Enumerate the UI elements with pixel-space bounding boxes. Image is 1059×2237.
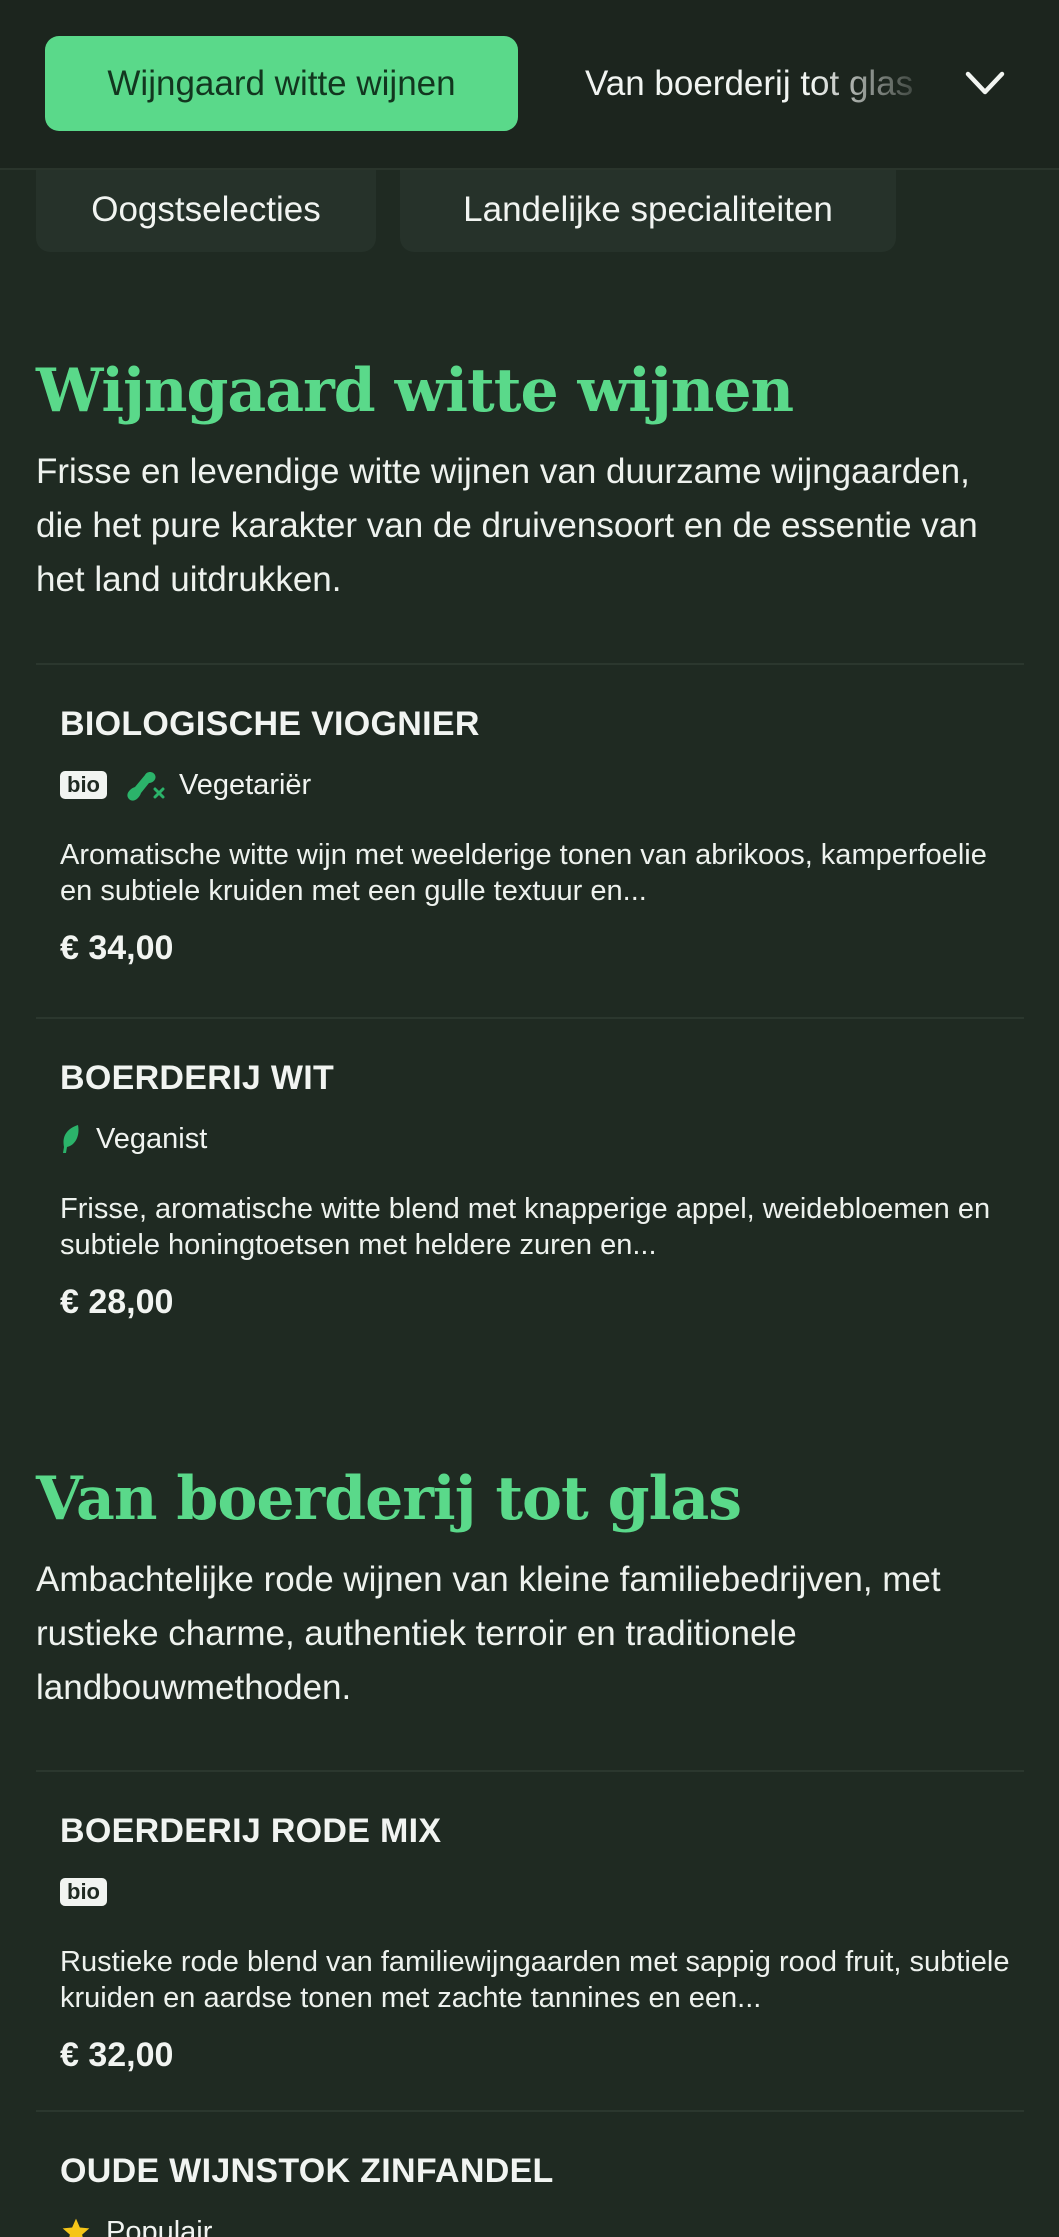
menu-item[interactable]: BOERDERIJ WIT Veganist Frisse, aromatisc… [36,1017,1024,1379]
item-name: BOERDERIJ WIT [60,1059,334,1098]
section-description: Frisse en levendige witte wijnen van duu… [36,445,1024,607]
section-wijngaard-witte-wijnen: Wijngaard witte wijnen Frisse en levendi… [36,355,1024,607]
diet-label: Vegetariër [179,769,311,802]
chevron-down-icon[interactable] [962,62,1008,102]
item-name: BOERDERIJ RODE MIX [60,1812,441,1851]
menu-item[interactable]: BIOLOGISCHE VIOGNIER bio Vegetariër Arom… [36,663,1024,1019]
section-title: Van boerderij tot glas [36,1463,1024,1535]
item-description: Rustieke rode blend van familiewijngaard… [60,1944,1010,2016]
item-description: Frisse, aromatische witte blend met knap… [60,1191,1010,1263]
section-description: Ambachtelijke rode wijnen van kleine fam… [36,1553,1024,1715]
leaf-icon [60,1123,82,1155]
item-tags: bio Vegetariër [60,765,311,805]
section-van-boerderij-tot-glas: Van boerderij tot glas Ambachtelijke rod… [36,1463,1024,1715]
item-name: BIOLOGISCHE VIOGNIER [60,705,480,744]
item-price: € 28,00 [60,1283,173,1322]
item-tags: Veganist [60,1119,207,1159]
tab-wijngaard-witte-wijnen[interactable]: Wijngaard witte wijnen [45,36,518,131]
tab-oogstselecties[interactable]: Oogstselecties [36,168,376,252]
diet-label: Veganist [96,1123,207,1156]
tab-landelijke-specialiteiten[interactable]: Landelijke specialiteiten [400,168,896,252]
star-icon [60,2216,92,2237]
no-meat-icon [121,765,165,805]
item-name: OUDE WIJNSTOK ZINFANDEL [60,2152,554,2191]
popular-label: Populair [106,2216,212,2237]
menu-item[interactable]: OUDE WIJNSTOK ZINFANDEL Populair [36,2110,1024,2237]
item-description: Aromatische witte wijn met weelderige to… [60,837,1010,909]
item-price: € 32,00 [60,2036,173,2075]
bio-badge: bio [60,771,107,799]
bio-badge: bio [60,1878,107,1906]
tab-van-boerderij-tot-glas[interactable]: Van boerderij tot glas [585,36,935,131]
menu-item[interactable]: BOERDERIJ RODE MIX bio Rustieke rode ble… [36,1770,1024,2112]
item-tags: Populair [60,2212,212,2237]
item-price: € 34,00 [60,929,173,968]
category-nav: Wijngaard witte wijnen Van boerderij tot… [0,0,1059,170]
item-tags: bio [60,1872,107,1912]
section-title: Wijngaard witte wijnen [36,355,1024,427]
